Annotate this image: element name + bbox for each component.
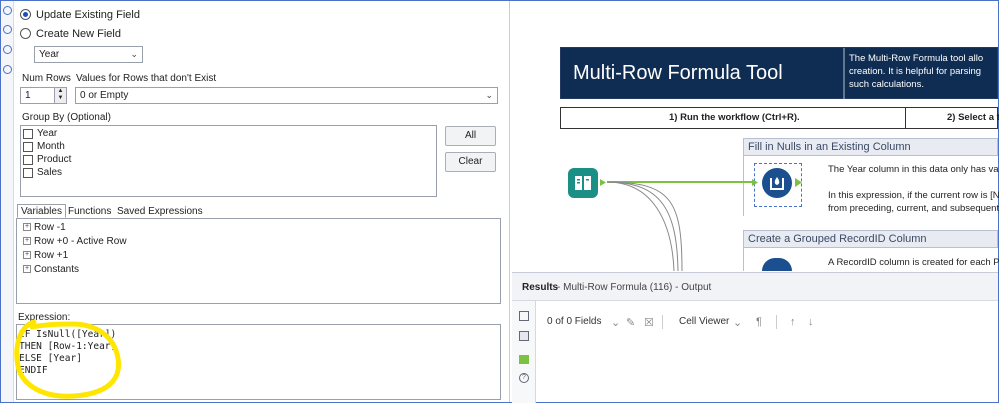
tree-item[interactable]: + Row -1 (23, 222, 66, 233)
results-subtitle: - Multi-Row Formula (116) - Output (557, 282, 712, 293)
tree-item[interactable]: + Row +1 (23, 250, 68, 261)
num-rows-value: 1 (25, 90, 31, 101)
stepper-arrows-icon[interactable]: ▲ ▼ (54, 88, 66, 103)
group-by-checkbox-month[interactable] (23, 142, 33, 152)
book-icon (575, 176, 591, 190)
num-rows-stepper[interactable]: 1 ▲ ▼ (20, 87, 67, 104)
multi-row-formula-tool[interactable] (762, 168, 792, 198)
expand-icon[interactable]: + (23, 251, 31, 260)
tab-functions[interactable]: Functions (64, 204, 115, 218)
chevron-down-icon: ⌄ (130, 49, 138, 59)
group-by-checkbox-year[interactable] (23, 129, 33, 139)
pilcrow-icon[interactable]: ¶ (756, 316, 762, 328)
input-data-tool[interactable] (568, 168, 598, 198)
values-select[interactable]: 0 or Empty ⌄ (75, 87, 498, 104)
tree-item-label: Row +0 - Active Row (34, 236, 127, 247)
field-select-value: Year (39, 49, 60, 60)
highlight-circle (14, 319, 122, 399)
fields-selector[interactable]: 0 of 0 Fields (547, 316, 601, 327)
arrow-up-icon[interactable]: ↑ (790, 316, 796, 328)
create-new-radio[interactable] (20, 28, 31, 39)
arrow-down-icon[interactable]: ↓ (808, 316, 814, 328)
values-select-value: 0 or Empty (80, 90, 129, 101)
help-icon[interactable] (3, 65, 12, 74)
group-by-checkbox-product[interactable] (23, 155, 33, 165)
tab-variables[interactable]: Variables (17, 204, 66, 218)
update-existing-radio[interactable] (20, 9, 31, 20)
metadata-icon[interactable] (519, 331, 529, 341)
variables-tree: + Row -1 + Row +0 - Active Row + Row +1 + Co… (16, 218, 501, 304)
connection-lines (606, 181, 752, 271)
output-anchor-icon[interactable] (519, 355, 529, 364)
tab-saved-expressions[interactable]: Saved Expressions (113, 204, 207, 218)
group-by-list: Year Month Product Sales (20, 125, 437, 197)
cell-viewer-button[interactable]: Cell Viewer (679, 316, 729, 327)
group-by-item: Product (37, 154, 72, 165)
values-label: Values for Rows that don't Exist (76, 73, 217, 84)
help-icon[interactable]: ? (519, 373, 529, 383)
toolbar-divider (776, 315, 777, 329)
edit-icon[interactable]: ✎ (626, 316, 635, 329)
all-button[interactable]: All (445, 126, 496, 146)
toolbar-divider (662, 315, 663, 329)
create-new-label: Create New Field (36, 28, 121, 40)
gear-icon[interactable] (3, 6, 12, 15)
chevron-down-icon: ⌄ (485, 90, 493, 100)
group-by-checkbox-sales[interactable] (23, 168, 33, 178)
workflow-canvas[interactable]: Multi-Row Formula Tool The Multi-Row For… (512, 1, 999, 271)
results-header: Results - Multi-Row Formula (116) - Outp… (512, 273, 998, 301)
results-pane: Results - Multi-Row Formula (116) - Outp… (512, 272, 998, 403)
tree-item-label: Row -1 (34, 222, 66, 233)
tree-item[interactable]: + Constants (23, 264, 79, 275)
chevron-down-icon[interactable]: ⌄ (611, 316, 620, 329)
update-existing-label: Update Existing Field (36, 9, 140, 21)
configuration-pane: Update Existing Field Create New Field Y… (14, 1, 510, 402)
close-box-icon[interactable]: ☒ (644, 316, 654, 329)
formula-icon (770, 177, 784, 190)
tree-item-label: Row +1 (34, 250, 69, 261)
arrow-right-icon[interactable] (3, 25, 12, 34)
group-by-item: Month (37, 141, 65, 152)
results-title: Results (522, 282, 559, 293)
expand-icon[interactable]: + (23, 237, 31, 246)
arrow-left-icon[interactable] (3, 45, 12, 54)
group-by-item: Sales (37, 167, 63, 178)
field-select[interactable]: Year ⌄ (34, 46, 143, 63)
tree-item-label: Constants (34, 264, 80, 275)
results-sidebar: ? (512, 301, 536, 403)
group-by-label: Group By (Optional) (22, 112, 111, 123)
expand-icon[interactable]: + (23, 265, 31, 274)
config-icon-strip (1, 1, 14, 402)
expand-icon[interactable]: + (23, 223, 31, 232)
group-by-item: Year (37, 128, 58, 139)
results-toolbar: 0 of 0 Fields ⌄ ✎ ☒ Cell Viewer ⌄ ¶ ↑ ↓ (536, 301, 998, 341)
table-icon[interactable] (519, 311, 529, 321)
chevron-down-icon[interactable]: ⌄ (733, 316, 742, 329)
tree-item[interactable]: + Row +0 - Active Row (23, 236, 127, 247)
num-rows-label: Num Rows (22, 73, 71, 84)
clear-button[interactable]: Clear (445, 152, 496, 172)
